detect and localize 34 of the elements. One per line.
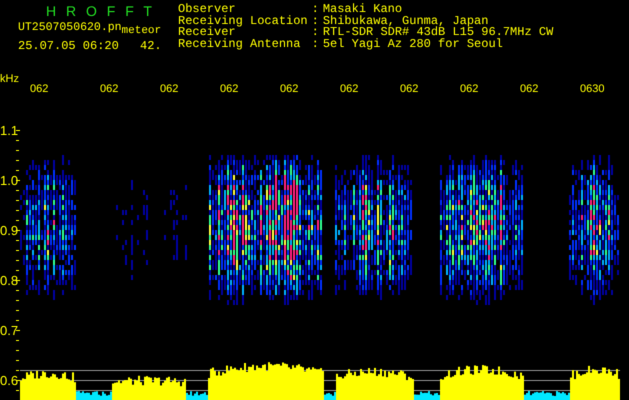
count-value: 42.	[140, 39, 162, 53]
info-separator: :	[312, 16, 319, 27]
time-label: 062	[160, 83, 178, 95]
file-name: UT2507050620.pn	[18, 21, 122, 34]
frequency-label: 1.0	[0, 173, 18, 188]
time-label: 062	[520, 83, 538, 95]
info-value: Shibukawa, Gunma, Japan	[322, 16, 488, 27]
info-label: Receiving Antenna	[178, 38, 302, 50]
info-value: 5el Yagi Az 280 for Seoul	[322, 38, 504, 50]
time-label: 062	[280, 83, 298, 95]
date-time: 25.07.05 06:20	[18, 39, 120, 53]
time-label: 062	[400, 83, 418, 95]
info-value: RTL-SDR SDR# 43dB L15 96.7MHz CW	[322, 27, 554, 38]
app-title: H R O F F T	[45, 2, 156, 21]
info-separator: :	[312, 27, 319, 38]
time-label: 062	[460, 83, 478, 95]
time-label: 062	[340, 83, 358, 95]
time-label: 062	[100, 83, 118, 95]
info-label: Receiver	[178, 27, 236, 38]
time-label: 062	[220, 83, 238, 95]
frequency-label: 0.9	[0, 223, 18, 238]
time-label: 062	[30, 83, 48, 95]
time-label: 0630	[580, 83, 604, 95]
info-label: Receiving Location	[178, 16, 308, 27]
info-separator: :	[312, 38, 319, 50]
axis-unit: kHz	[0, 73, 19, 85]
info-value: Masaki Kano	[322, 4, 404, 16]
frequency-label: 1.1	[0, 123, 18, 138]
info-separator: :	[312, 4, 319, 16]
info-label: Observer	[178, 4, 236, 16]
frequency-label: 0.8	[0, 273, 18, 288]
file-type: meteor	[122, 25, 162, 37]
frequency-label: 0.7	[0, 323, 18, 338]
frequency-label: 0.6	[0, 373, 18, 388]
